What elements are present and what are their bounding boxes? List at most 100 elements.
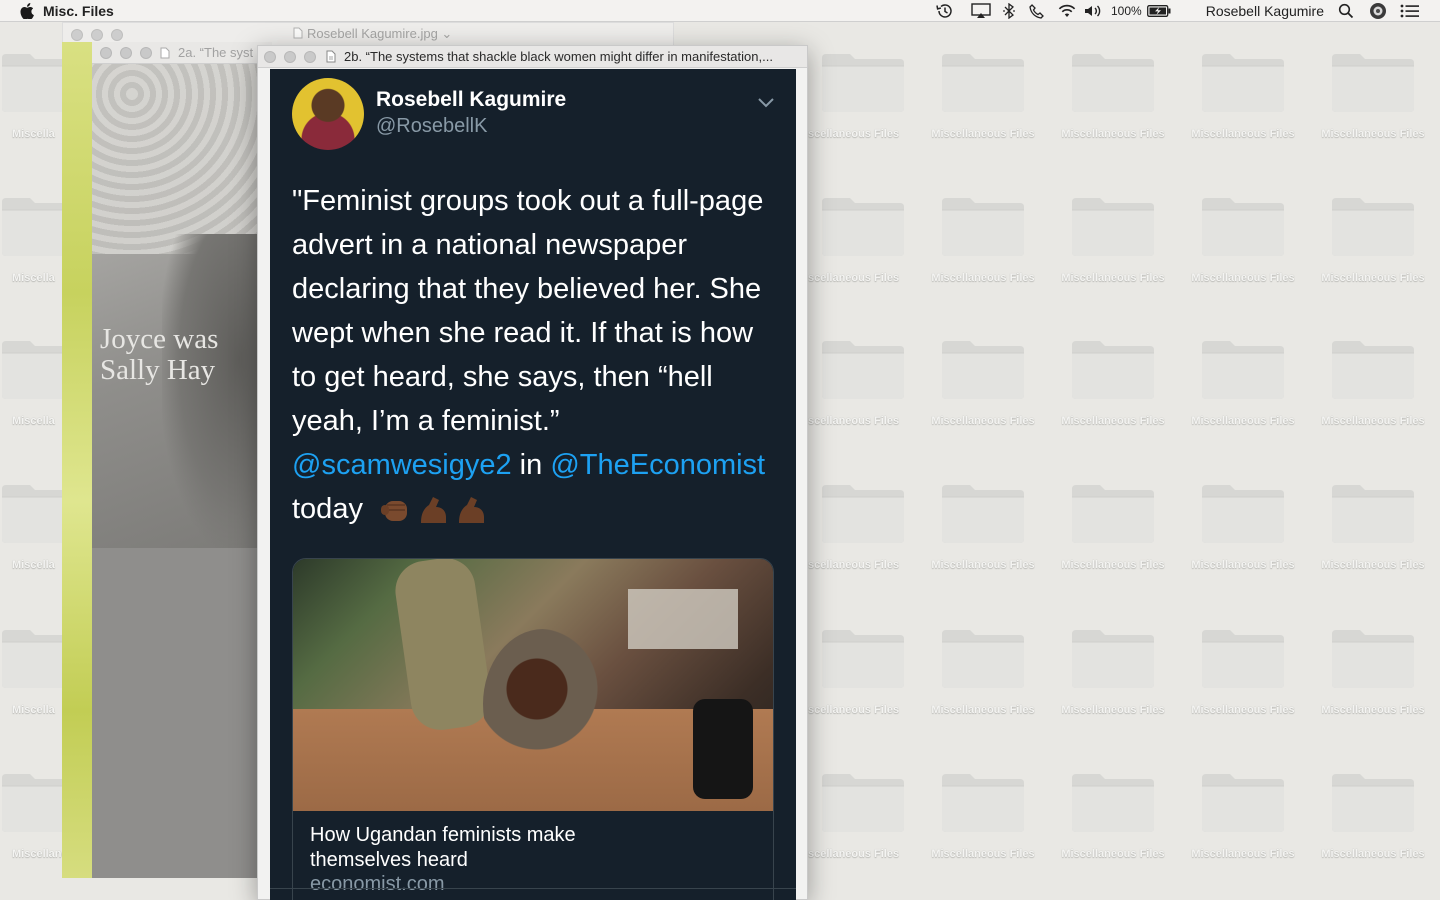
emoji-group (379, 495, 489, 525)
tweet-tail-text: today (292, 493, 363, 525)
desktop-folder[interactable]: Miscellaneous Files (918, 50, 1048, 160)
folder-label: Miscellaneous Files (931, 272, 1035, 284)
folder-label: Miscellaneous Files (931, 128, 1035, 140)
desktop-folder[interactable]: Miscellaneous Files (1048, 481, 1178, 591)
flexed-biceps-emoji (459, 497, 485, 524)
desktop-folder[interactable]: Miscellaneous Files (918, 626, 1048, 736)
desktop-folder[interactable]: Miscellaneous Files (1308, 337, 1438, 447)
zoom-button[interactable] (140, 47, 152, 59)
window-title-text: 2a. “The syst (178, 45, 254, 60)
tweet-line: yeah, I’m a feminist.” (292, 405, 560, 437)
divider (270, 888, 796, 889)
desktop-folder[interactable]: Miscellaneous Files (1178, 50, 1308, 160)
volume-icon[interactable] (1081, 0, 1105, 22)
desktop-folder[interactable]: Miscellaneous Files (1308, 481, 1438, 591)
zoom-button[interactable] (304, 51, 316, 63)
preview-window-2a[interactable]: 2a. “The syst Joyce was Sally Hay (62, 42, 272, 878)
fast-user-switch-name[interactable]: Rosebell Kagumire (1206, 0, 1324, 22)
tweet-line: wept when she read it. If that is how (292, 317, 754, 349)
tweet-line: declaring that they believed her. She (292, 273, 762, 305)
folder-label: Miscellaneous Files (931, 559, 1035, 571)
notification-center-icon[interactable] (1398, 0, 1422, 22)
battery-percentage[interactable]: 100% (1111, 0, 1142, 22)
photo-caption-area (92, 548, 272, 878)
phone-icon[interactable] (1027, 0, 1047, 22)
folder-icon (942, 341, 1024, 399)
desktop-folder[interactable]: Miscellaneous Files (1048, 337, 1178, 447)
flexed-biceps-emoji (421, 497, 447, 524)
desktop-folder[interactable]: scellaneous Files (798, 626, 928, 736)
battery-charging-icon[interactable] (1146, 0, 1172, 22)
desktop-folder[interactable]: Miscellaneous Files (1048, 50, 1178, 160)
close-button[interactable] (264, 51, 276, 63)
desktop-folder[interactable]: scellaneous Files (798, 770, 928, 880)
desktop-folder[interactable]: Miscellaneous Files (1178, 481, 1308, 591)
folder-icon (1202, 630, 1284, 688)
folder-label: Miscellaneous Files (1191, 415, 1295, 427)
folder-icon (1332, 630, 1414, 688)
folder-icon (942, 485, 1024, 543)
desktop-folder[interactable]: Miscellaneous Files (1178, 770, 1308, 880)
airplay-icon[interactable] (969, 0, 993, 22)
minimize-button[interactable] (120, 47, 132, 59)
avatar (292, 78, 364, 150)
document-icon (160, 47, 170, 59)
tweet-line: to get heard, she says, then “hell (292, 361, 713, 393)
preview-photo (92, 64, 272, 548)
desktop-folder[interactable]: Miscellaneous Files (1308, 626, 1438, 736)
desktop-folder[interactable]: scellaneous Files (798, 50, 928, 160)
tweet-connector-text: in (511, 449, 551, 481)
time-machine-icon[interactable] (933, 0, 957, 22)
spotlight-search-icon[interactable] (1336, 0, 1356, 22)
folder-icon (942, 198, 1024, 256)
folder-label: Miscellaneous Files (1321, 415, 1425, 427)
desktop-folder[interactable]: Miscellaneous Files (918, 194, 1048, 304)
close-button[interactable] (100, 47, 112, 59)
desktop-folder[interactable]: Miscellaneous Files (918, 481, 1048, 591)
folder-icon (822, 54, 904, 112)
close-button[interactable] (71, 29, 83, 41)
desktop-folder[interactable]: Miscellaneous Files (1178, 194, 1308, 304)
desktop-folder[interactable]: Miscellaneous Files (1308, 770, 1438, 880)
folder-icon (1072, 198, 1154, 256)
zoom-button[interactable] (111, 29, 123, 41)
minimize-button[interactable] (91, 29, 103, 41)
apple-menu-icon[interactable] (20, 2, 34, 19)
folder-label: Miscellaneous Files (931, 415, 1035, 427)
desktop-folder[interactable]: Miscellaneous Files (1178, 626, 1308, 736)
desktop-folder[interactable]: Miscellaneous Files (1308, 194, 1438, 304)
desktop-folder[interactable]: scellaneous Files (798, 337, 928, 447)
folder-label: Miscellaneous Files (1061, 848, 1165, 860)
desktop-folder[interactable]: scellaneous Files (798, 194, 928, 304)
folder-icon (822, 198, 904, 256)
minimize-button[interactable] (284, 51, 296, 63)
folder-label: Miscellaneous Files (1321, 559, 1425, 571)
folder-label: Miscellaneous Files (1191, 559, 1295, 571)
folder-label: Miscellaneous Files (1191, 128, 1295, 140)
desktop-folder[interactable]: Miscellaneous Files (918, 337, 1048, 447)
desktop-folder[interactable]: Miscellaneous Files (1048, 770, 1178, 880)
preview-window-2b[interactable]: 2b. “The systems that shackle black wome… (257, 45, 808, 900)
desktop-folder[interactable]: Miscellaneous Files (918, 770, 1048, 880)
active-app-name[interactable]: Misc. Files (43, 3, 114, 19)
window-titlebar[interactable]: 2b. “The systems that shackle black wome… (258, 46, 807, 68)
card-domain: economist.com (310, 873, 445, 895)
card-title-line: themselves heard (310, 849, 468, 871)
desktop-folder[interactable]: Miscellaneous Files (1178, 337, 1308, 447)
bluetooth-icon[interactable] (999, 0, 1019, 22)
folder-icon (942, 774, 1024, 832)
background-image-strip (62, 42, 92, 878)
desktop-folder[interactable]: Miscellaneous Files (1308, 50, 1438, 160)
desktop-folder[interactable]: Miscellaneous Files (1048, 626, 1178, 736)
caption-line: Sally Hay (100, 354, 216, 386)
wifi-icon[interactable] (1055, 0, 1079, 22)
desktop-folder[interactable]: scellaneous Files (798, 481, 928, 591)
folder-icon (1202, 54, 1284, 112)
folder-label: Miscellaneous Files (1191, 704, 1295, 716)
folder-icon (1072, 54, 1154, 112)
folder-label: Miscellaneous Files (931, 704, 1035, 716)
folder-label: Miscellaneous Files (1061, 272, 1165, 284)
siri-icon[interactable] (1368, 0, 1388, 22)
window-titlebar[interactable]: 2a. “The syst (92, 42, 272, 64)
desktop-folder[interactable]: Miscellaneous Files (1048, 194, 1178, 304)
